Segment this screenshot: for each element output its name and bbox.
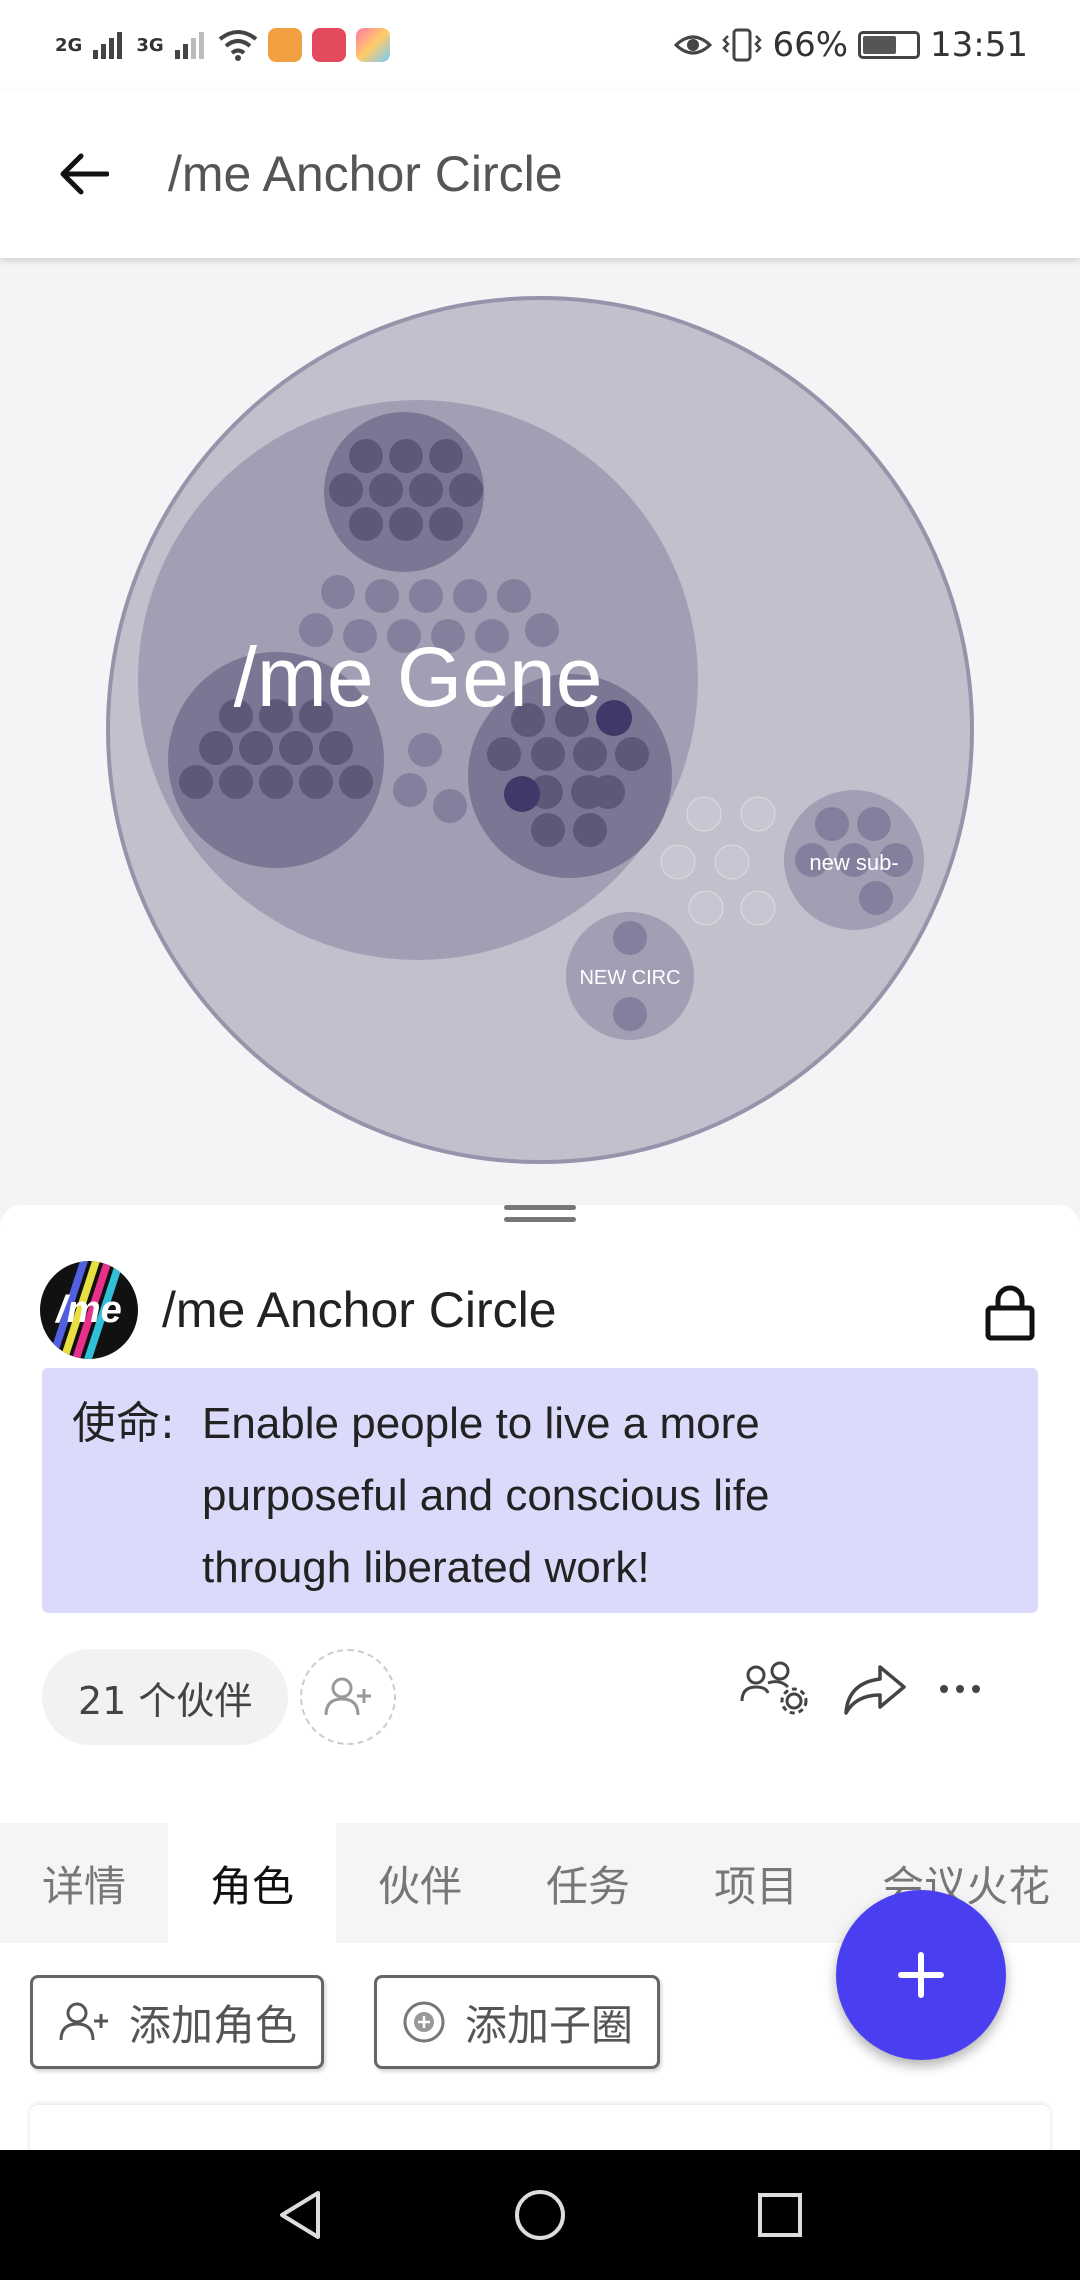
circle-visualization[interactable]: /me Gene new sub- NEW CIRC xyxy=(0,258,1080,1208)
back-button[interactable] xyxy=(48,139,118,209)
arrow-left-icon xyxy=(60,153,109,195)
plus-icon xyxy=(898,1952,944,1998)
app-notification-icon-3 xyxy=(355,28,390,62)
app-bar: /me Anchor Circle xyxy=(0,90,1080,258)
subcircle-new-circ-label: NEW CIRC xyxy=(579,967,680,989)
add-role-label: 添加角色 xyxy=(129,2000,298,2050)
status-bar: 2G 3G 66% 13:51 xyxy=(0,0,1080,90)
circle-pack-svg[interactable]: /me Gene new sub- NEW CIRC xyxy=(0,258,1080,1208)
system-nav-bar xyxy=(0,2150,1080,2280)
tab-partners[interactable]: 伙伴 xyxy=(336,1823,504,1943)
nav-home-icon[interactable] xyxy=(512,2187,568,2243)
gene-subcircle-top[interactable] xyxy=(324,412,484,572)
page-title: /me Anchor Circle xyxy=(168,146,563,202)
mission-label: 使命: xyxy=(72,1398,175,1449)
app-notification-icon-2 xyxy=(311,28,346,62)
members-row: 21 个伙伴 xyxy=(42,1647,1042,1747)
tab-projects[interactable]: 项目 xyxy=(672,1823,840,1943)
more-icon[interactable] xyxy=(938,1681,982,1697)
vibrate-icon xyxy=(722,28,763,62)
add-fab[interactable] xyxy=(836,1890,1006,2060)
add-role-button[interactable]: 添加角色 xyxy=(30,1975,325,2069)
wifi-icon xyxy=(218,30,257,61)
mission-line: Enable people to live a more xyxy=(202,1399,760,1448)
add-user-icon xyxy=(324,1677,372,1716)
clock: 13:51 xyxy=(930,25,1028,65)
status-left: 2G 3G xyxy=(55,28,390,62)
lock-icon xyxy=(985,1285,1035,1341)
nav-back-icon[interactable] xyxy=(272,2187,328,2243)
circle-actions xyxy=(740,1661,982,1717)
tab-roles[interactable]: 角色 xyxy=(168,1823,337,1943)
people-settings-icon[interactable] xyxy=(740,1661,812,1717)
add-circle-icon xyxy=(403,2001,445,2043)
mission-box: 使命: Enable people to live a more purpose… xyxy=(42,1368,1038,1613)
circle-logo: /me xyxy=(40,1261,138,1359)
add-subcircle-button[interactable]: 添加子圈 xyxy=(374,1975,661,2069)
subcircle-new-sub-label: new sub- xyxy=(809,850,898,875)
mission-text: Enable people to live a more purposeful … xyxy=(202,1388,769,1593)
role-card[interactable] xyxy=(30,2105,1050,2150)
gene-circle-label: /me Gene xyxy=(234,630,603,724)
circle-name: /me Anchor Circle xyxy=(162,1282,557,1338)
battery-fill xyxy=(863,36,896,54)
battery-percent: 66% xyxy=(772,25,849,65)
subcircle-new-circ[interactable]: NEW CIRC xyxy=(566,912,694,1040)
eye-icon xyxy=(674,35,713,55)
nav-recents-icon[interactable] xyxy=(752,2187,808,2243)
tab-details[interactable]: 详情 xyxy=(0,1823,168,1943)
add-subcircle-label: 添加子圈 xyxy=(465,2000,634,2050)
battery-icon xyxy=(858,31,921,59)
status-right: 66% 13:51 xyxy=(674,25,1028,65)
signal-3g-label: 3G xyxy=(136,34,164,56)
subcircle-new-sub[interactable]: new sub- xyxy=(784,790,924,930)
drag-handle[interactable] xyxy=(504,1205,576,1225)
signal-icon xyxy=(93,32,123,59)
members-count-button[interactable]: 21 个伙伴 xyxy=(42,1649,289,1745)
add-user-icon xyxy=(59,2002,108,2041)
signal-2g-label: 2G xyxy=(55,34,83,56)
role-actions: 添加角色 添加子圈 xyxy=(30,1975,661,2069)
logo-text: /me xyxy=(56,1288,122,1331)
lock-button[interactable] xyxy=(980,1282,1040,1342)
signal-icon-2 xyxy=(174,32,204,59)
share-icon[interactable] xyxy=(842,1661,908,1717)
app-notification-icon-1 xyxy=(267,28,302,62)
add-member-button[interactable] xyxy=(300,1649,397,1745)
mission-line: through liberated work! xyxy=(202,1543,650,1592)
mission-line: purposeful and conscious life xyxy=(202,1471,770,1520)
circle-header: /me /me Anchor Circle xyxy=(40,1260,1040,1360)
tab-tasks[interactable]: 任务 xyxy=(504,1823,672,1943)
